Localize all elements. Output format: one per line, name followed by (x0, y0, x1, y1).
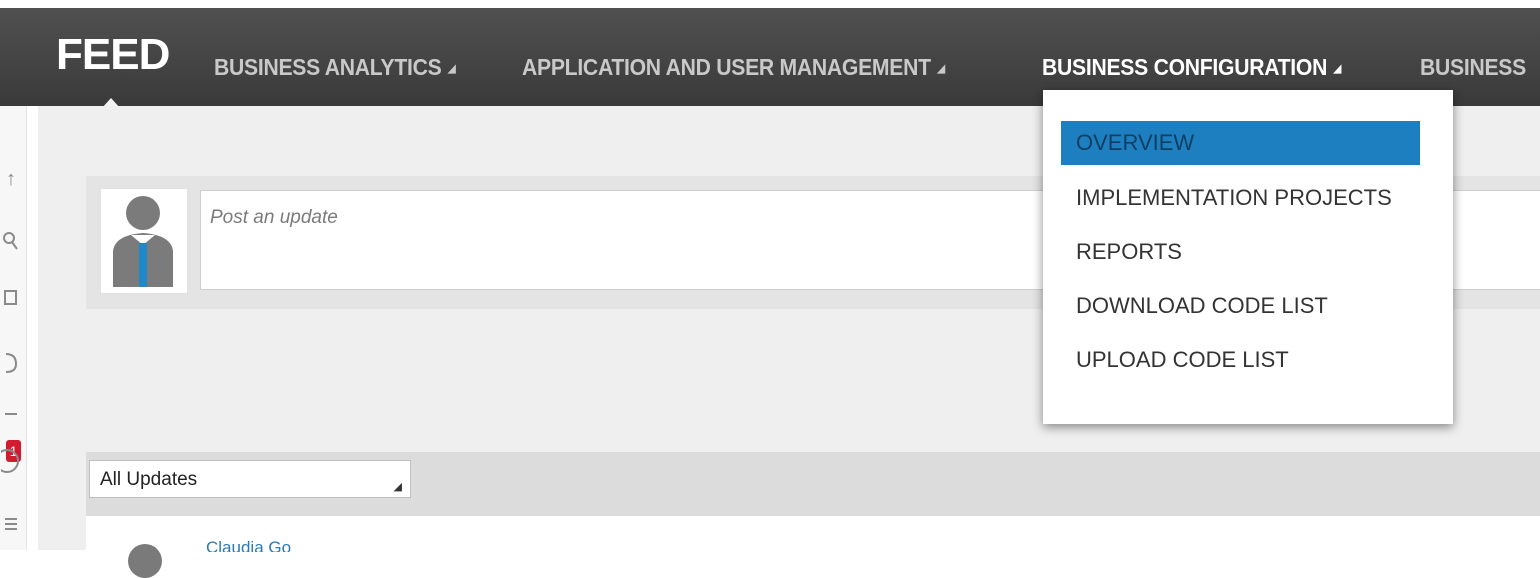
list-icon[interactable] (0, 514, 22, 540)
nav-business-analytics[interactable]: BUSINESS ANALYTICS ◢ (214, 54, 456, 81)
avatar (100, 188, 188, 294)
menu-item-upload-code-list[interactable]: UPLOAD CODE LIST (1061, 338, 1420, 382)
updates-filter-value: All Updates (100, 469, 198, 490)
nav-application-and-user-management-label: APPLICATION AND USER MANAGEMENT (522, 54, 931, 80)
search-icon[interactable] (0, 230, 22, 258)
select-arrow-icon: ◢ (393, 481, 402, 493)
filter-bar: All Updates ◢ (86, 452, 1540, 516)
nav-business[interactable]: BUSINESS (1420, 54, 1526, 81)
business-configuration-dropdown: OVERVIEW IMPLEMENTATION PROJECTS REPORTS… (1043, 90, 1453, 424)
dash-icon (0, 402, 22, 425)
nav-business-configuration-label: BUSINESS CONFIGURATION (1042, 54, 1328, 80)
bell-icon[interactable] (0, 350, 22, 382)
left-sidebar: ↑ 1 (0, 106, 27, 550)
feed-item: Claudia Go (86, 516, 1540, 578)
nav-business-analytics-label: BUSINESS ANALYTICS (214, 54, 442, 80)
dropdown-arrow-icon: ◢ (937, 63, 945, 76)
nav-feed[interactable]: FEED (56, 30, 170, 80)
updates-filter-select[interactable]: All Updates ◢ (89, 460, 411, 498)
dropdown-arrow-icon: ◢ (447, 63, 456, 76)
square-icon[interactable] (0, 288, 22, 314)
menu-item-reports[interactable]: REPORTS (1061, 230, 1420, 274)
nav-business-label: BUSINESS (1420, 54, 1526, 80)
arrow-icon[interactable]: ↑ (0, 168, 22, 191)
nav-application-and-user-management[interactable]: APPLICATION AND USER MANAGEMENT ◢ (522, 54, 945, 81)
dollar-icon[interactable] (0, 446, 22, 482)
user-avatar-icon (113, 196, 173, 287)
nav-business-configuration[interactable]: BUSINESS CONFIGURATION ◢ (1042, 54, 1341, 81)
menu-item-implementation-projects[interactable]: IMPLEMENTATION PROJECTS (1061, 176, 1420, 220)
menu-item-overview[interactable]: OVERVIEW (1061, 121, 1420, 165)
menu-item-download-code-list[interactable]: DOWNLOAD CODE LIST (1061, 284, 1420, 328)
dropdown-arrow-icon: ◢ (1333, 63, 1342, 76)
feed-avatar (128, 544, 162, 578)
